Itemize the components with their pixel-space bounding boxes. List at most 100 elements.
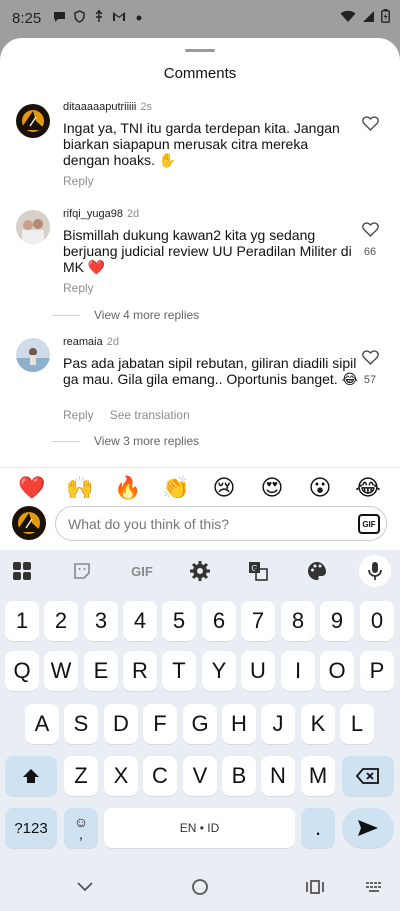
see-translation-button[interactable]: See translation xyxy=(110,408,190,422)
view-replies-button[interactable]: View 3 more replies xyxy=(52,434,199,448)
gmail-icon xyxy=(112,10,126,24)
emoji-raised-hands[interactable]: 🙌 xyxy=(66,475,94,501)
translate-icon[interactable]: G xyxy=(245,558,271,584)
mic-button[interactable] xyxy=(359,555,391,587)
heart-icon[interactable] xyxy=(361,116,379,131)
reply-button[interactable]: Reply xyxy=(63,408,94,422)
recents-icon[interactable] xyxy=(306,879,324,895)
key-h[interactable]: H xyxy=(222,704,256,744)
avatar[interactable] xyxy=(16,210,50,244)
emoji-clap[interactable]: 👏 xyxy=(162,475,190,501)
like-button[interactable] xyxy=(360,116,380,136)
key-a[interactable]: A xyxy=(25,704,59,744)
gear-icon[interactable] xyxy=(187,558,213,584)
key-v[interactable]: V xyxy=(183,756,217,796)
key-m[interactable]: M xyxy=(301,756,335,796)
emoji-heart[interactable]: ❤️ xyxy=(18,475,46,501)
key-4[interactable]: 4 xyxy=(123,601,157,641)
key-s[interactable]: S xyxy=(64,704,98,744)
shift-icon[interactable] xyxy=(22,767,40,785)
comment-username[interactable]: rifqi_yuga98 2d xyxy=(63,208,139,220)
view-replies-button[interactable]: View 4 more replies xyxy=(52,308,199,322)
key-y[interactable]: Y xyxy=(202,651,236,691)
emoji-comma-key[interactable]: ☺ , xyxy=(64,808,98,848)
comment-text: Pas ada jabatan sipil rebutan, giliran d… xyxy=(63,355,358,387)
key-g[interactable]: G xyxy=(183,704,217,744)
apps-grid-icon[interactable] xyxy=(9,558,35,584)
status-time: 8:25 xyxy=(12,10,42,27)
shift-key[interactable] xyxy=(5,756,57,796)
key-1[interactable]: 1 xyxy=(5,601,39,641)
key-n[interactable]: N xyxy=(261,756,295,796)
key-f[interactable]: F xyxy=(143,704,177,744)
view-replies-label[interactable]: View 3 more replies xyxy=(94,434,199,448)
comma-key-label[interactable]: , xyxy=(79,827,83,841)
comment-input[interactable]: What do you think of this? xyxy=(55,506,387,541)
drag-handle[interactable] xyxy=(185,49,215,52)
comment-item: rifqi_yuga98 2d Bismillah dukung kawan2 k… xyxy=(0,208,400,326)
key-l[interactable]: L xyxy=(340,704,374,744)
view-replies-label[interactable]: View 4 more replies xyxy=(94,308,199,322)
key-u[interactable]: U xyxy=(241,651,275,691)
avatar[interactable] xyxy=(16,104,50,138)
emoji-fire[interactable]: 🔥 xyxy=(114,475,142,501)
palette-icon[interactable] xyxy=(304,558,330,584)
reply-button[interactable]: Reply xyxy=(63,281,94,295)
recents-button[interactable] xyxy=(303,875,327,899)
like-button[interactable]: 57 xyxy=(360,350,380,386)
keyboard-switch-icon[interactable] xyxy=(362,875,386,899)
emoji-surprised[interactable]: 😮 xyxy=(306,475,334,501)
heart-icon[interactable] xyxy=(361,222,379,237)
sticker-icon[interactable] xyxy=(69,558,95,584)
key-p[interactable]: P xyxy=(360,651,394,691)
key-x[interactable]: X xyxy=(104,756,138,796)
emoji-crying[interactable]: 😢 xyxy=(210,475,238,501)
key-5[interactable]: 5 xyxy=(162,601,196,641)
period-key[interactable]: . xyxy=(301,808,335,848)
send-key[interactable] xyxy=(342,808,394,848)
send-icon[interactable] xyxy=(357,819,379,837)
key-6[interactable]: 6 xyxy=(202,601,236,641)
microphone-icon[interactable] xyxy=(366,561,384,581)
reply-button[interactable]: Reply xyxy=(63,174,94,188)
key-b[interactable]: B xyxy=(222,756,256,796)
comment-actions: Reply See translation xyxy=(63,408,190,422)
home-circle-icon[interactable] xyxy=(191,878,209,896)
key-q[interactable]: Q xyxy=(5,651,39,691)
gif-button[interactable]: GIF xyxy=(358,514,380,534)
comment-username[interactable]: reamaia 2d xyxy=(63,336,119,348)
key-7[interactable]: 7 xyxy=(241,601,275,641)
space-key[interactable]: EN • ID xyxy=(104,808,295,848)
key-w[interactable]: W xyxy=(44,651,78,691)
heart-icon[interactable] xyxy=(361,350,379,365)
comment-actions: Reply xyxy=(63,174,94,188)
key-8[interactable]: 8 xyxy=(281,601,315,641)
gif-tool-icon[interactable]: GIF xyxy=(124,558,160,584)
comment-username[interactable]: ditaaaaaputriiiii 2s xyxy=(63,101,152,113)
emoji-heart-eyes[interactable]: 😍 xyxy=(258,475,286,501)
key-k[interactable]: K xyxy=(301,704,335,744)
key-3[interactable]: 3 xyxy=(84,601,118,641)
key-j[interactable]: J xyxy=(261,704,295,744)
key-c[interactable]: C xyxy=(143,756,177,796)
key-2[interactable]: 2 xyxy=(44,601,78,641)
key-t[interactable]: T xyxy=(162,651,196,691)
emoji-laughing[interactable]: 😂 xyxy=(354,475,382,501)
key-e[interactable]: E xyxy=(84,651,118,691)
backspace-key[interactable] xyxy=(342,756,394,796)
key-o[interactable]: O xyxy=(320,651,354,691)
symbols-key[interactable]: ?123 xyxy=(5,808,57,848)
comment-input-placeholder[interactable]: What do you think of this? xyxy=(68,516,229,532)
backspace-icon[interactable] xyxy=(356,767,380,785)
chevron-down-icon[interactable] xyxy=(73,875,97,899)
avatar[interactable] xyxy=(16,338,50,372)
key-z[interactable]: Z xyxy=(64,756,98,796)
key-r[interactable]: R xyxy=(123,651,157,691)
key-i[interactable]: I xyxy=(281,651,315,691)
key-0[interactable]: 0 xyxy=(360,601,394,641)
key-d[interactable]: D xyxy=(104,704,138,744)
home-button[interactable] xyxy=(188,875,212,899)
key-9[interactable]: 9 xyxy=(320,601,354,641)
like-button[interactable]: 66 xyxy=(360,222,380,258)
soft-keyboard: GIF G 1 2 3 4 5 6 7 8 9 0 Q W E R T Y U … xyxy=(0,550,400,861)
